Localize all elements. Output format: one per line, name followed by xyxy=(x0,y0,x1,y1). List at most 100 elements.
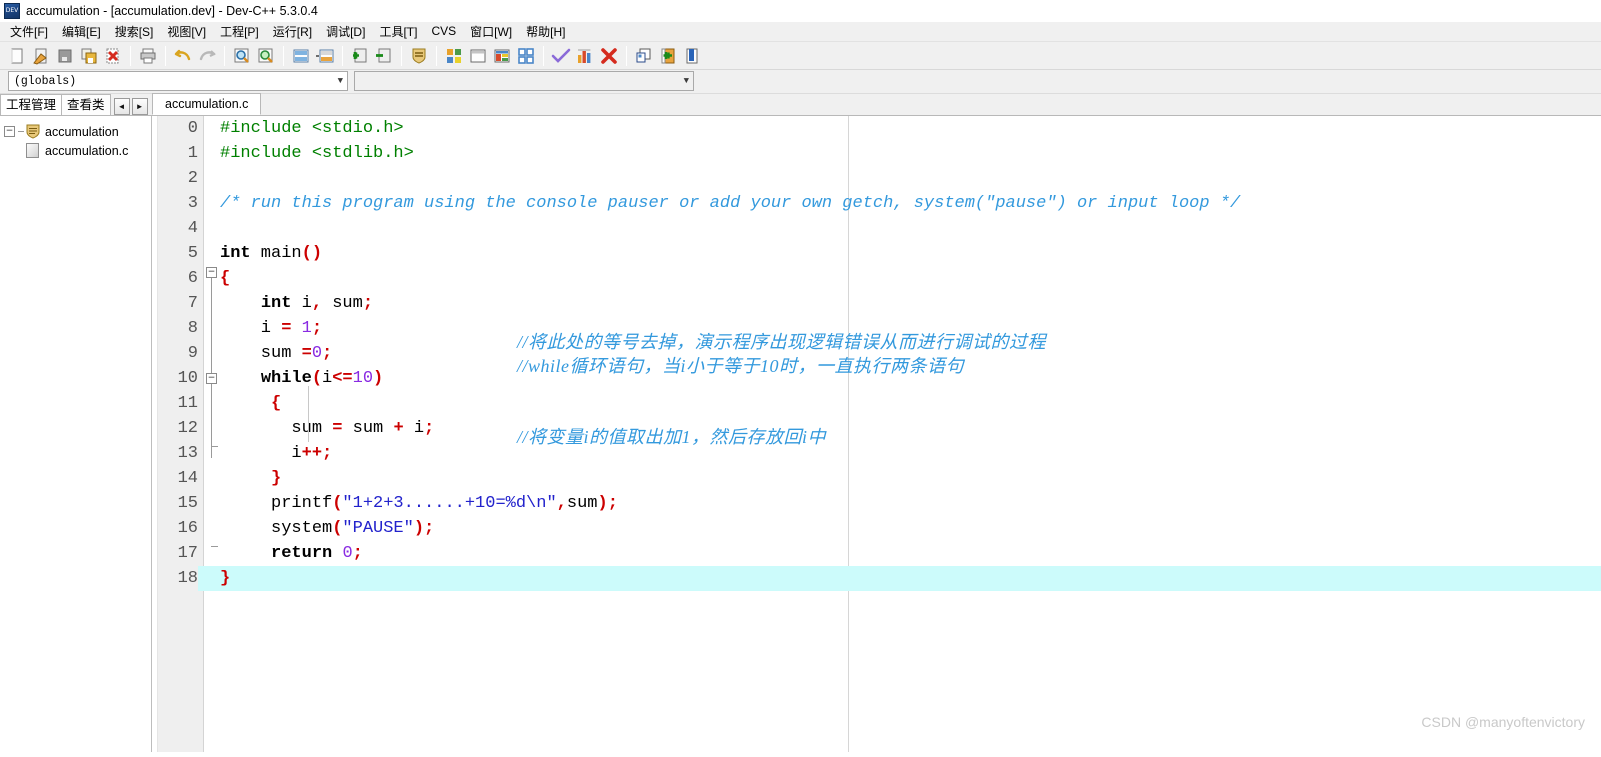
print-icon[interactable] xyxy=(136,44,160,68)
close-file-icon[interactable] xyxy=(101,44,125,68)
code-line[interactable]: 11 { xyxy=(158,391,1601,416)
dev-cpp-icon xyxy=(4,2,20,19)
menu-help[interactable]: 帮助[H] xyxy=(519,21,572,43)
code-token: ) xyxy=(373,369,384,388)
menubar: 文件[F] 编辑[E] 搜索[S] 视图[V] 工程[P] 运行[R] 调试[D… xyxy=(0,22,1601,42)
fold-bracket-end-while xyxy=(211,446,218,447)
menu-tools[interactable]: 工具[T] xyxy=(372,21,424,43)
line-number: 1 xyxy=(187,144,198,163)
tab-nav-buttons: ◄ ► xyxy=(113,98,150,115)
code-token: <= xyxy=(332,369,353,388)
project-tree-root[interactable]: − accumulation xyxy=(4,122,151,141)
project-options-icon[interactable] xyxy=(407,44,431,68)
code-line[interactable]: 15 printf("1+2+3......+10=%d\n",sum); xyxy=(158,491,1601,516)
run-icon[interactable] xyxy=(466,44,490,68)
project-tree-file-label: accumulation.c xyxy=(45,143,129,158)
annotation-remove-equals: //将此处的等号去掉，演示程序出现逻辑错误从而进行调试的过程 xyxy=(517,332,1046,352)
code-token: 0 xyxy=(342,544,353,563)
code-token: 10 xyxy=(352,369,374,388)
code-token: printf xyxy=(220,494,333,513)
code-line[interactable]: 18} xyxy=(158,566,1601,591)
fold-marker-main[interactable]: − xyxy=(206,267,217,278)
code-line-text: system("PAUSE"); xyxy=(220,516,434,541)
toggle-bookmark-icon[interactable] xyxy=(680,44,704,68)
rebuild-all-icon[interactable] xyxy=(514,44,538,68)
code-line[interactable]: 7 int i, sum; xyxy=(158,291,1601,316)
code-token: /* run this program using the console pa… xyxy=(220,194,1241,213)
goto-line-icon[interactable] xyxy=(289,44,313,68)
line-number: 7 xyxy=(187,294,198,313)
navigation-combo-row: (globals) ▼ ▼ xyxy=(0,70,1601,94)
code-token: + xyxy=(393,419,404,438)
tab-project-manager[interactable]: 工程管理 xyxy=(0,94,63,115)
menu-window[interactable]: 窗口[W] xyxy=(463,21,519,43)
menu-view[interactable]: 视图[V] xyxy=(160,21,213,43)
compile-and-run-icon[interactable] xyxy=(490,44,514,68)
tree-expander-icon[interactable]: − xyxy=(4,126,15,137)
code-line-text: int main() xyxy=(220,241,322,266)
code-line[interactable]: 5 int main() xyxy=(158,241,1601,266)
code-line[interactable]: 17 return 0; xyxy=(158,541,1601,566)
redo-icon[interactable] xyxy=(195,44,219,68)
menu-file[interactable]: 文件[F] xyxy=(3,21,55,43)
code-line-text: i++; xyxy=(220,441,332,466)
chevron-down-icon: ▼ xyxy=(683,76,689,86)
code-line[interactable]: 6{ xyxy=(158,266,1601,291)
code-token: ; xyxy=(352,544,363,563)
code-line[interactable]: 1 #include <stdlib.h> xyxy=(158,141,1601,166)
debug-icon[interactable] xyxy=(632,44,656,68)
annotation-while-loop: //while循环语句，当i小于等于10时，一直执行两条语句 xyxy=(517,356,964,376)
project-manager-panel: − accumulation accumulation.c xyxy=(0,116,152,752)
remove-from-project-icon[interactable] xyxy=(372,44,396,68)
line-number: 10 xyxy=(177,369,198,388)
fold-marker-while[interactable]: − xyxy=(206,373,217,384)
open-file-icon[interactable] xyxy=(29,44,53,68)
menu-search[interactable]: 搜索[S] xyxy=(108,21,161,43)
toolbar-separator xyxy=(401,45,402,66)
code-token: i xyxy=(322,369,333,388)
goto-function-icon[interactable] xyxy=(313,44,337,68)
code-editor[interactable]: 0 #include <stdio.h> 1 #include <stdlib.h> 2… xyxy=(158,116,1601,752)
code-line-text: sum = sum + i; xyxy=(220,416,434,441)
line-number: 14 xyxy=(177,469,198,488)
chevron-down-icon: ▼ xyxy=(337,76,343,86)
menu-project[interactable]: 工程[P] xyxy=(213,21,266,43)
code-line[interactable]: 16 system("PAUSE"); xyxy=(158,516,1601,541)
code-token: } xyxy=(220,469,282,488)
symbol-combo[interactable]: ▼ xyxy=(354,71,694,91)
find-icon[interactable] xyxy=(230,44,254,68)
code-line[interactable]: 13 i++; xyxy=(158,441,1601,466)
replace-icon[interactable] xyxy=(254,44,278,68)
stop-execution-icon[interactable] xyxy=(597,44,621,68)
tab-class-browser[interactable]: 查看类 xyxy=(61,94,111,115)
insert-icon[interactable] xyxy=(656,44,680,68)
undo-icon[interactable] xyxy=(171,44,195,68)
menu-run[interactable]: 运行[R] xyxy=(266,21,319,43)
editor-tab-accumulation-c[interactable]: accumulation.c xyxy=(152,93,262,115)
scope-combo[interactable]: (globals) ▼ xyxy=(8,71,348,91)
code-line[interactable]: 0 #include <stdio.h> xyxy=(158,116,1601,141)
project-tree-file-accumulation-c[interactable]: accumulation.c xyxy=(4,141,151,160)
code-line[interactable]: 3 /* run this program using the console p… xyxy=(158,191,1601,216)
add-to-project-icon[interactable] xyxy=(348,44,372,68)
profile-icon[interactable] xyxy=(573,44,597,68)
tab-nav-prev-button[interactable]: ◄ xyxy=(113,98,130,115)
save-all-icon[interactable] xyxy=(77,44,101,68)
code-token: , xyxy=(556,494,567,513)
menu-edit[interactable]: 编辑[E] xyxy=(55,21,108,43)
code-line[interactable]: 2 xyxy=(158,166,1601,191)
code-token: sum xyxy=(566,494,598,513)
code-line[interactable]: 14 } xyxy=(158,466,1601,491)
new-file-icon[interactable] xyxy=(5,44,29,68)
save-file-icon[interactable] xyxy=(53,44,77,68)
menu-cvs[interactable]: CVS xyxy=(424,22,463,41)
code-line[interactable]: 4 xyxy=(158,216,1601,241)
compile-icon[interactable] xyxy=(442,44,466,68)
syntax-check-icon[interactable] xyxy=(549,44,573,68)
tab-nav-next-button[interactable]: ► xyxy=(131,98,148,115)
menu-debug[interactable]: 调试[D] xyxy=(319,21,372,43)
toolbar-separator xyxy=(543,45,544,66)
toolbar-separator xyxy=(342,45,343,66)
code-line[interactable]: 12 sum = sum + i; xyxy=(158,416,1601,441)
